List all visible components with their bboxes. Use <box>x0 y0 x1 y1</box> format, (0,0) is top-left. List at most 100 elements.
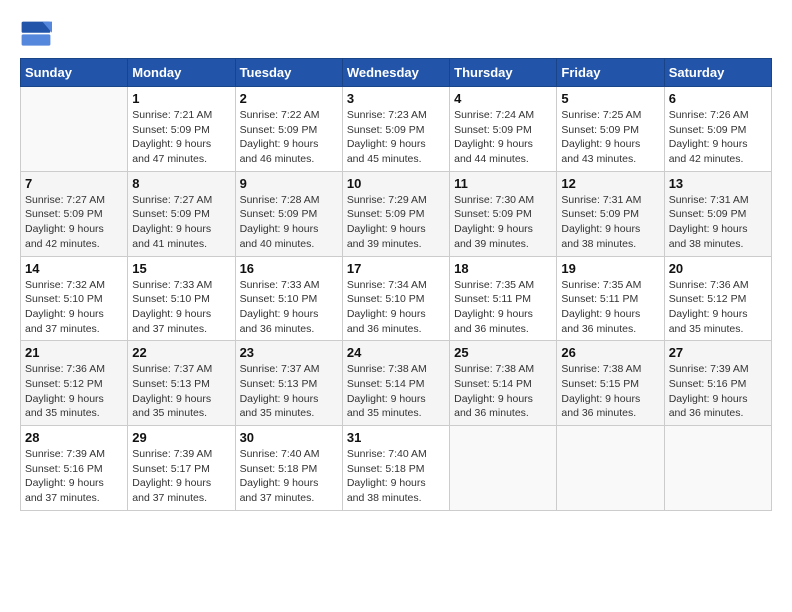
weekday-header: Sunday <box>21 59 128 87</box>
day-info: Sunrise: 7:40 AM Sunset: 5:18 PM Dayligh… <box>240 447 338 506</box>
day-number: 2 <box>240 91 338 106</box>
calendar-cell: 12 Sunrise: 7:31 AM Sunset: 5:09 PM Dayli… <box>557 171 664 256</box>
calendar-cell: 27 Sunrise: 7:39 AM Sunset: 5:16 PM Dayli… <box>664 341 771 426</box>
calendar-header: SundayMondayTuesdayWednesdayThursdayFrid… <box>21 59 772 87</box>
day-number: 13 <box>669 176 767 191</box>
calendar-cell: 1 Sunrise: 7:21 AM Sunset: 5:09 PM Daylig… <box>128 87 235 172</box>
calendar-body: 1 Sunrise: 7:21 AM Sunset: 5:09 PM Daylig… <box>21 87 772 511</box>
day-number: 10 <box>347 176 445 191</box>
day-number: 1 <box>132 91 230 106</box>
day-info: Sunrise: 7:22 AM Sunset: 5:09 PM Dayligh… <box>240 108 338 167</box>
day-number: 7 <box>25 176 123 191</box>
calendar-table: SundayMondayTuesdayWednesdayThursdayFrid… <box>20 58 772 511</box>
calendar-cell <box>450 426 557 511</box>
day-info: Sunrise: 7:26 AM Sunset: 5:09 PM Dayligh… <box>669 108 767 167</box>
calendar-cell: 4 Sunrise: 7:24 AM Sunset: 5:09 PM Daylig… <box>450 87 557 172</box>
day-number: 16 <box>240 261 338 276</box>
logo-icon <box>20 20 52 48</box>
calendar-cell: 23 Sunrise: 7:37 AM Sunset: 5:13 PM Dayli… <box>235 341 342 426</box>
day-info: Sunrise: 7:35 AM Sunset: 5:11 PM Dayligh… <box>454 278 552 337</box>
day-info: Sunrise: 7:38 AM Sunset: 5:15 PM Dayligh… <box>561 362 659 421</box>
day-info: Sunrise: 7:39 AM Sunset: 5:16 PM Dayligh… <box>25 447 123 506</box>
calendar-cell: 15Sunrise: 7:33 AM Sunset: 5:10 PM Dayli… <box>128 256 235 341</box>
day-info: Sunrise: 7:29 AM Sunset: 5:09 PM Dayligh… <box>347 193 445 252</box>
calendar-cell: 20 Sunrise: 7:36 AM Sunset: 5:12 PM Dayli… <box>664 256 771 341</box>
calendar-cell: 22 Sunrise: 7:37 AM Sunset: 5:13 PM Dayli… <box>128 341 235 426</box>
calendar-cell: 19Sunrise: 7:35 AM Sunset: 5:11 PM Dayli… <box>557 256 664 341</box>
day-info: Sunrise: 7:39 AM Sunset: 5:16 PM Dayligh… <box>669 362 767 421</box>
calendar-cell: 17 Sunrise: 7:34 AM Sunset: 5:10 PM Dayli… <box>342 256 449 341</box>
header <box>20 20 772 48</box>
weekday-header: Tuesday <box>235 59 342 87</box>
day-number: 17 <box>347 261 445 276</box>
weekday-header: Wednesday <box>342 59 449 87</box>
calendar-cell <box>21 87 128 172</box>
calendar-cell: 21 Sunrise: 7:36 AM Sunset: 5:12 PM Dayli… <box>21 341 128 426</box>
calendar-cell: 9Sunrise: 7:28 AM Sunset: 5:09 PM Daylig… <box>235 171 342 256</box>
day-info: Sunrise: 7:24 AM Sunset: 5:09 PM Dayligh… <box>454 108 552 167</box>
day-number: 4 <box>454 91 552 106</box>
calendar-cell: 8 Sunrise: 7:27 AM Sunset: 5:09 PM Daylig… <box>128 171 235 256</box>
day-info: Sunrise: 7:27 AM Sunset: 5:09 PM Dayligh… <box>25 193 123 252</box>
calendar-cell: 30 Sunrise: 7:40 AM Sunset: 5:18 PM Dayli… <box>235 426 342 511</box>
day-number: 18 <box>454 261 552 276</box>
day-info: Sunrise: 7:38 AM Sunset: 5:14 PM Dayligh… <box>347 362 445 421</box>
calendar-week-row: 21 Sunrise: 7:36 AM Sunset: 5:12 PM Dayli… <box>21 341 772 426</box>
calendar-week-row: 28 Sunrise: 7:39 AM Sunset: 5:16 PM Dayli… <box>21 426 772 511</box>
day-number: 27 <box>669 345 767 360</box>
calendar-cell: 3 Sunrise: 7:23 AM Sunset: 5:09 PM Daylig… <box>342 87 449 172</box>
day-number: 26 <box>561 345 659 360</box>
calendar-cell: 25Sunrise: 7:38 AM Sunset: 5:14 PM Dayli… <box>450 341 557 426</box>
day-number: 12 <box>561 176 659 191</box>
calendar-cell: 16 Sunrise: 7:33 AM Sunset: 5:10 PM Dayli… <box>235 256 342 341</box>
day-info: Sunrise: 7:36 AM Sunset: 5:12 PM Dayligh… <box>669 278 767 337</box>
calendar-cell: 10 Sunrise: 7:29 AM Sunset: 5:09 PM Dayli… <box>342 171 449 256</box>
calendar-week-row: 1 Sunrise: 7:21 AM Sunset: 5:09 PM Daylig… <box>21 87 772 172</box>
day-number: 11 <box>454 176 552 191</box>
day-info: Sunrise: 7:34 AM Sunset: 5:10 PM Dayligh… <box>347 278 445 337</box>
day-info: Sunrise: 7:31 AM Sunset: 5:09 PM Dayligh… <box>669 193 767 252</box>
weekday-header: Friday <box>557 59 664 87</box>
day-info: Sunrise: 7:27 AM Sunset: 5:09 PM Dayligh… <box>132 193 230 252</box>
day-number: 28 <box>25 430 123 445</box>
weekday-row: SundayMondayTuesdayWednesdayThursdayFrid… <box>21 59 772 87</box>
calendar-cell: 26 Sunrise: 7:38 AM Sunset: 5:15 PM Dayli… <box>557 341 664 426</box>
day-info: Sunrise: 7:33 AM Sunset: 5:10 PM Dayligh… <box>132 278 230 337</box>
day-number: 21 <box>25 345 123 360</box>
day-info: Sunrise: 7:37 AM Sunset: 5:13 PM Dayligh… <box>240 362 338 421</box>
day-info: Sunrise: 7:31 AM Sunset: 5:09 PM Dayligh… <box>561 193 659 252</box>
day-info: Sunrise: 7:36 AM Sunset: 5:12 PM Dayligh… <box>25 362 123 421</box>
day-number: 3 <box>347 91 445 106</box>
day-number: 22 <box>132 345 230 360</box>
calendar-cell: 31Sunrise: 7:40 AM Sunset: 5:18 PM Dayli… <box>342 426 449 511</box>
day-number: 30 <box>240 430 338 445</box>
day-info: Sunrise: 7:33 AM Sunset: 5:10 PM Dayligh… <box>240 278 338 337</box>
calendar-cell: 2 Sunrise: 7:22 AM Sunset: 5:09 PM Daylig… <box>235 87 342 172</box>
day-info: Sunrise: 7:39 AM Sunset: 5:17 PM Dayligh… <box>132 447 230 506</box>
calendar-cell: 5Sunrise: 7:25 AM Sunset: 5:09 PM Daylig… <box>557 87 664 172</box>
calendar-cell: 11 Sunrise: 7:30 AM Sunset: 5:09 PM Dayli… <box>450 171 557 256</box>
day-info: Sunrise: 7:40 AM Sunset: 5:18 PM Dayligh… <box>347 447 445 506</box>
calendar-week-row: 14 Sunrise: 7:32 AM Sunset: 5:10 PM Dayli… <box>21 256 772 341</box>
day-number: 24 <box>347 345 445 360</box>
day-info: Sunrise: 7:25 AM Sunset: 5:09 PM Dayligh… <box>561 108 659 167</box>
day-number: 14 <box>25 261 123 276</box>
day-number: 9 <box>240 176 338 191</box>
calendar-cell: 13 Sunrise: 7:31 AM Sunset: 5:09 PM Dayli… <box>664 171 771 256</box>
day-info: Sunrise: 7:23 AM Sunset: 5:09 PM Dayligh… <box>347 108 445 167</box>
day-number: 19 <box>561 261 659 276</box>
calendar-cell <box>664 426 771 511</box>
day-number: 8 <box>132 176 230 191</box>
calendar-cell: 28 Sunrise: 7:39 AM Sunset: 5:16 PM Dayli… <box>21 426 128 511</box>
calendar-cell: 7 Sunrise: 7:27 AM Sunset: 5:09 PM Daylig… <box>21 171 128 256</box>
day-number: 23 <box>240 345 338 360</box>
weekday-header: Monday <box>128 59 235 87</box>
calendar-week-row: 7 Sunrise: 7:27 AM Sunset: 5:09 PM Daylig… <box>21 171 772 256</box>
day-number: 6 <box>669 91 767 106</box>
calendar-cell: 14 Sunrise: 7:32 AM Sunset: 5:10 PM Dayli… <box>21 256 128 341</box>
day-info: Sunrise: 7:32 AM Sunset: 5:10 PM Dayligh… <box>25 278 123 337</box>
day-info: Sunrise: 7:21 AM Sunset: 5:09 PM Dayligh… <box>132 108 230 167</box>
day-info: Sunrise: 7:37 AM Sunset: 5:13 PM Dayligh… <box>132 362 230 421</box>
day-info: Sunrise: 7:30 AM Sunset: 5:09 PM Dayligh… <box>454 193 552 252</box>
day-number: 20 <box>669 261 767 276</box>
